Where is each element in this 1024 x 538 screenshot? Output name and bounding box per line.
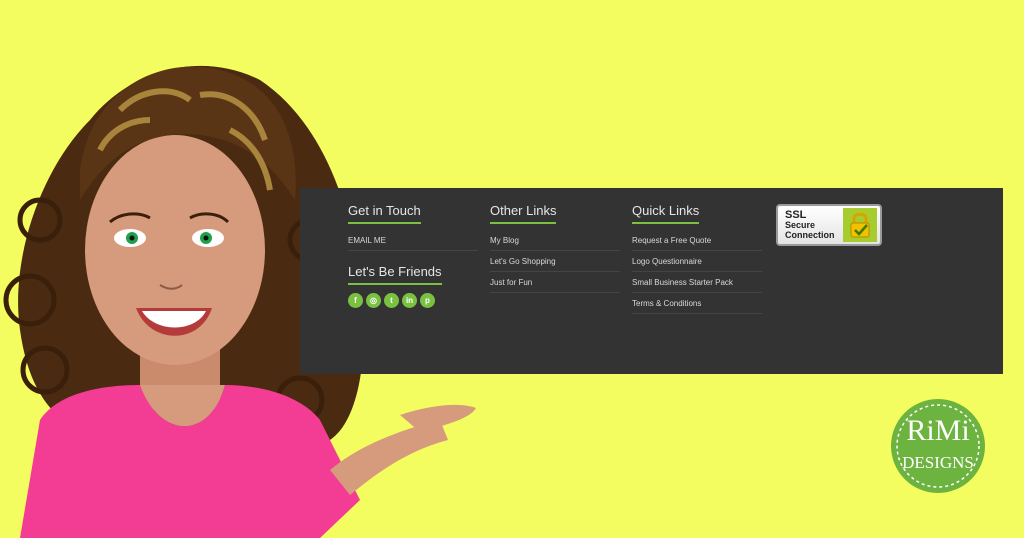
- get-in-touch-list: EMAIL ME: [348, 230, 478, 251]
- other-links-title: Other Links: [490, 203, 557, 224]
- ssl-line2: Secure: [785, 220, 816, 230]
- terms-link[interactable]: Terms & Conditions: [632, 293, 762, 314]
- ssl-badge: SSL Secure Connection: [776, 204, 882, 246]
- ssl-text: SSL Secure Connection: [785, 209, 835, 241]
- lock-icon: [843, 208, 877, 242]
- logo-designs-text: DESIGNS: [902, 453, 974, 472]
- logo-rimi-text: RiMi: [906, 414, 970, 447]
- ssl-line3: Connection: [785, 230, 835, 240]
- footer-panel: Get in Touch EMAIL ME Let's Be Friends f…: [300, 188, 1003, 374]
- forearm: [330, 420, 448, 495]
- my-blog-link[interactable]: My Blog: [490, 230, 620, 251]
- instagram-icon[interactable]: ◎: [366, 293, 381, 308]
- twitter-icon[interactable]: t: [384, 293, 399, 308]
- other-links-column: Other Links My Blog Let's Go Shopping Ju…: [490, 202, 620, 293]
- just-for-fun-link[interactable]: Just for Fun: [490, 272, 620, 293]
- linkedin-icon[interactable]: in: [402, 293, 417, 308]
- email-me-link[interactable]: EMAIL ME: [348, 230, 478, 251]
- social-icons: f ◎ t in p: [348, 293, 478, 308]
- quick-links-column: Quick Links Request a Free Quote Logo Qu…: [632, 202, 762, 314]
- pinterest-icon[interactable]: p: [420, 293, 435, 308]
- starter-pack-link[interactable]: Small Business Starter Pack: [632, 272, 762, 293]
- friends-title: Let's Be Friends: [348, 264, 442, 285]
- lets-go-shopping-link[interactable]: Let's Go Shopping: [490, 251, 620, 272]
- ssl-line1: SSL: [785, 209, 807, 221]
- get-in-touch-title: Get in Touch: [348, 203, 421, 224]
- quick-links-list: Request a Free Quote Logo Questionnaire …: [632, 230, 762, 314]
- quick-links-title: Quick Links: [632, 203, 700, 224]
- rimi-designs-logo: RiMi DESIGNS: [890, 398, 986, 494]
- request-quote-link[interactable]: Request a Free Quote: [632, 230, 762, 251]
- other-links-list: My Blog Let's Go Shopping Just for Fun: [490, 230, 620, 293]
- get-in-touch-column: Get in Touch EMAIL ME Let's Be Friends f…: [348, 202, 478, 308]
- logo-questionnaire-link[interactable]: Logo Questionnaire: [632, 251, 762, 272]
- facebook-icon[interactable]: f: [348, 293, 363, 308]
